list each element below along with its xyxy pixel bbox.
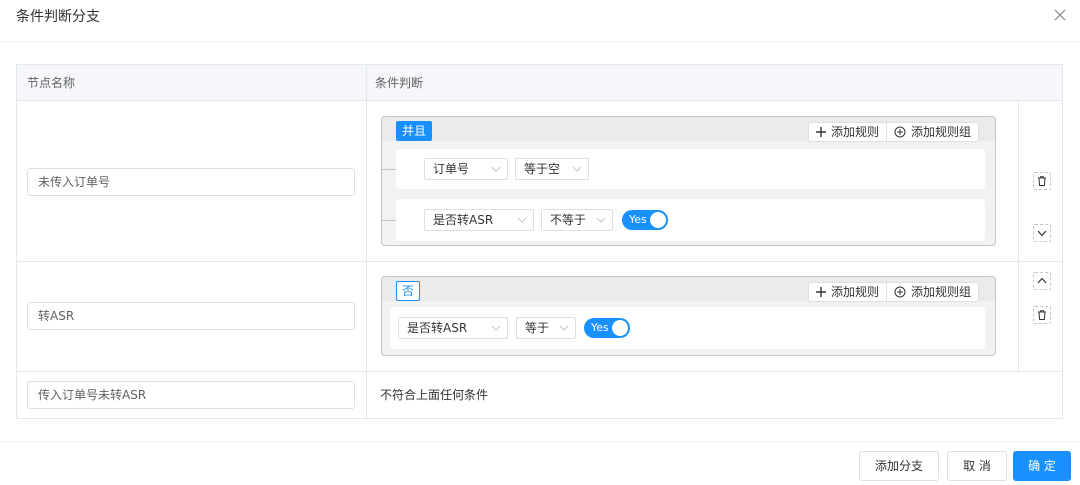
fallback-condition-text: 不符合上面任何条件: [380, 388, 489, 402]
add-rule-group-button[interactable]: 添加规则组: [886, 123, 978, 141]
row-divider-1: [17, 261, 1062, 262]
rule-group: 并且 添加规则 添加规则组 订单号 等于空 是否转ASR 不等于 Yes: [381, 116, 996, 246]
node-name-input[interactable]: 转ASR: [27, 302, 355, 330]
chevron-down-icon: [491, 325, 501, 331]
add-rule-button[interactable]: 添加规则: [809, 283, 886, 301]
plus-circle-icon: [894, 126, 906, 138]
switch-knob: [650, 212, 666, 228]
move-down-button[interactable]: [1033, 224, 1051, 242]
field-select-value: 订单号: [433, 162, 470, 176]
operator-select[interactable]: 等于空: [515, 158, 589, 180]
operator-select[interactable]: 等于: [516, 317, 576, 339]
close-icon[interactable]: [1052, 7, 1068, 23]
add-rule-button[interactable]: 添加规则: [809, 123, 886, 141]
add-rule-label: 添加规则: [831, 125, 880, 139]
col-divider-2: [1018, 101, 1019, 371]
cancel-button[interactable]: 取 消: [947, 451, 1007, 481]
operator-select-value: 等于: [525, 321, 550, 335]
chevron-down-icon: [559, 325, 569, 331]
confirm-button[interactable]: 确 定: [1013, 451, 1071, 481]
delete-branch-button[interactable]: [1033, 306, 1051, 324]
relation-tag[interactable]: 否: [396, 281, 421, 301]
trash-icon: [1038, 176, 1046, 186]
plus-icon: [816, 287, 826, 297]
field-select-value: 是否转ASR: [407, 321, 468, 335]
plus-circle-icon: [894, 286, 906, 298]
add-rule-label: 添加规则: [831, 285, 880, 299]
switch-knob: [612, 320, 628, 336]
arrow-down-icon: [1037, 230, 1047, 237]
col-divider-1: [366, 65, 367, 418]
rule-connector: [382, 220, 396, 221]
chevron-down-icon: [596, 217, 606, 223]
operator-select-value: 等于空: [524, 162, 561, 176]
add-rule-group-label: 添加规则组: [911, 125, 972, 139]
field-select[interactable]: 是否转ASR: [424, 209, 534, 231]
operator-select[interactable]: 不等于: [541, 209, 613, 231]
value-switch[interactable]: Yes: [622, 210, 668, 230]
header-condition: 条件判断: [375, 76, 424, 90]
switch-label: Yes: [629, 213, 647, 226]
rule-connector: [382, 169, 396, 170]
table-header: 节点名称 条件判断: [17, 65, 1062, 101]
relation-tag[interactable]: 并且: [396, 121, 433, 141]
node-name-input[interactable]: 传入订单号未转ASR: [27, 381, 355, 409]
arrow-up-icon: [1037, 277, 1047, 284]
field-select-value: 是否转ASR: [433, 213, 494, 227]
delete-branch-button[interactable]: [1033, 172, 1051, 190]
branch-table: 节点名称 条件判断 未传入订单号 并且 添加规则 添加规则组 订单号 等于空 是…: [16, 64, 1063, 419]
value-switch[interactable]: Yes: [584, 318, 630, 338]
trash-icon: [1038, 310, 1046, 320]
rule-group-actions: 添加规则 添加规则组: [808, 282, 980, 302]
rule-row: 是否转ASR 不等于 Yes: [396, 199, 985, 241]
rule-group: 否 添加规则 添加规则组 是否转ASR 等于 Yes: [381, 276, 996, 356]
rule-group-actions: 添加规则 添加规则组: [808, 122, 980, 142]
header-node-name: 节点名称: [27, 76, 76, 90]
field-select[interactable]: 是否转ASR: [398, 317, 508, 339]
header-divider: [0, 41, 1080, 42]
rule-row: 订单号 等于空: [396, 149, 985, 189]
switch-label: Yes: [591, 321, 609, 334]
dialog-title: 条件判断分支: [16, 9, 100, 25]
rule-row: 是否转ASR 等于 Yes: [390, 307, 985, 349]
operator-select-value: 不等于: [550, 213, 587, 227]
chevron-down-icon: [491, 166, 501, 172]
node-name-input[interactable]: 未传入订单号: [27, 168, 355, 196]
chevron-down-icon: [517, 217, 527, 223]
add-rule-group-label: 添加规则组: [911, 285, 972, 299]
footer-divider: [0, 441, 1080, 442]
add-branch-button[interactable]: 添加分支: [859, 451, 939, 481]
add-rule-group-button[interactable]: 添加规则组: [886, 283, 978, 301]
chevron-down-icon: [572, 166, 582, 172]
row-divider-2: [17, 371, 1062, 372]
field-select[interactable]: 订单号: [424, 158, 508, 180]
move-up-button[interactable]: [1033, 272, 1051, 290]
plus-icon: [816, 127, 826, 137]
